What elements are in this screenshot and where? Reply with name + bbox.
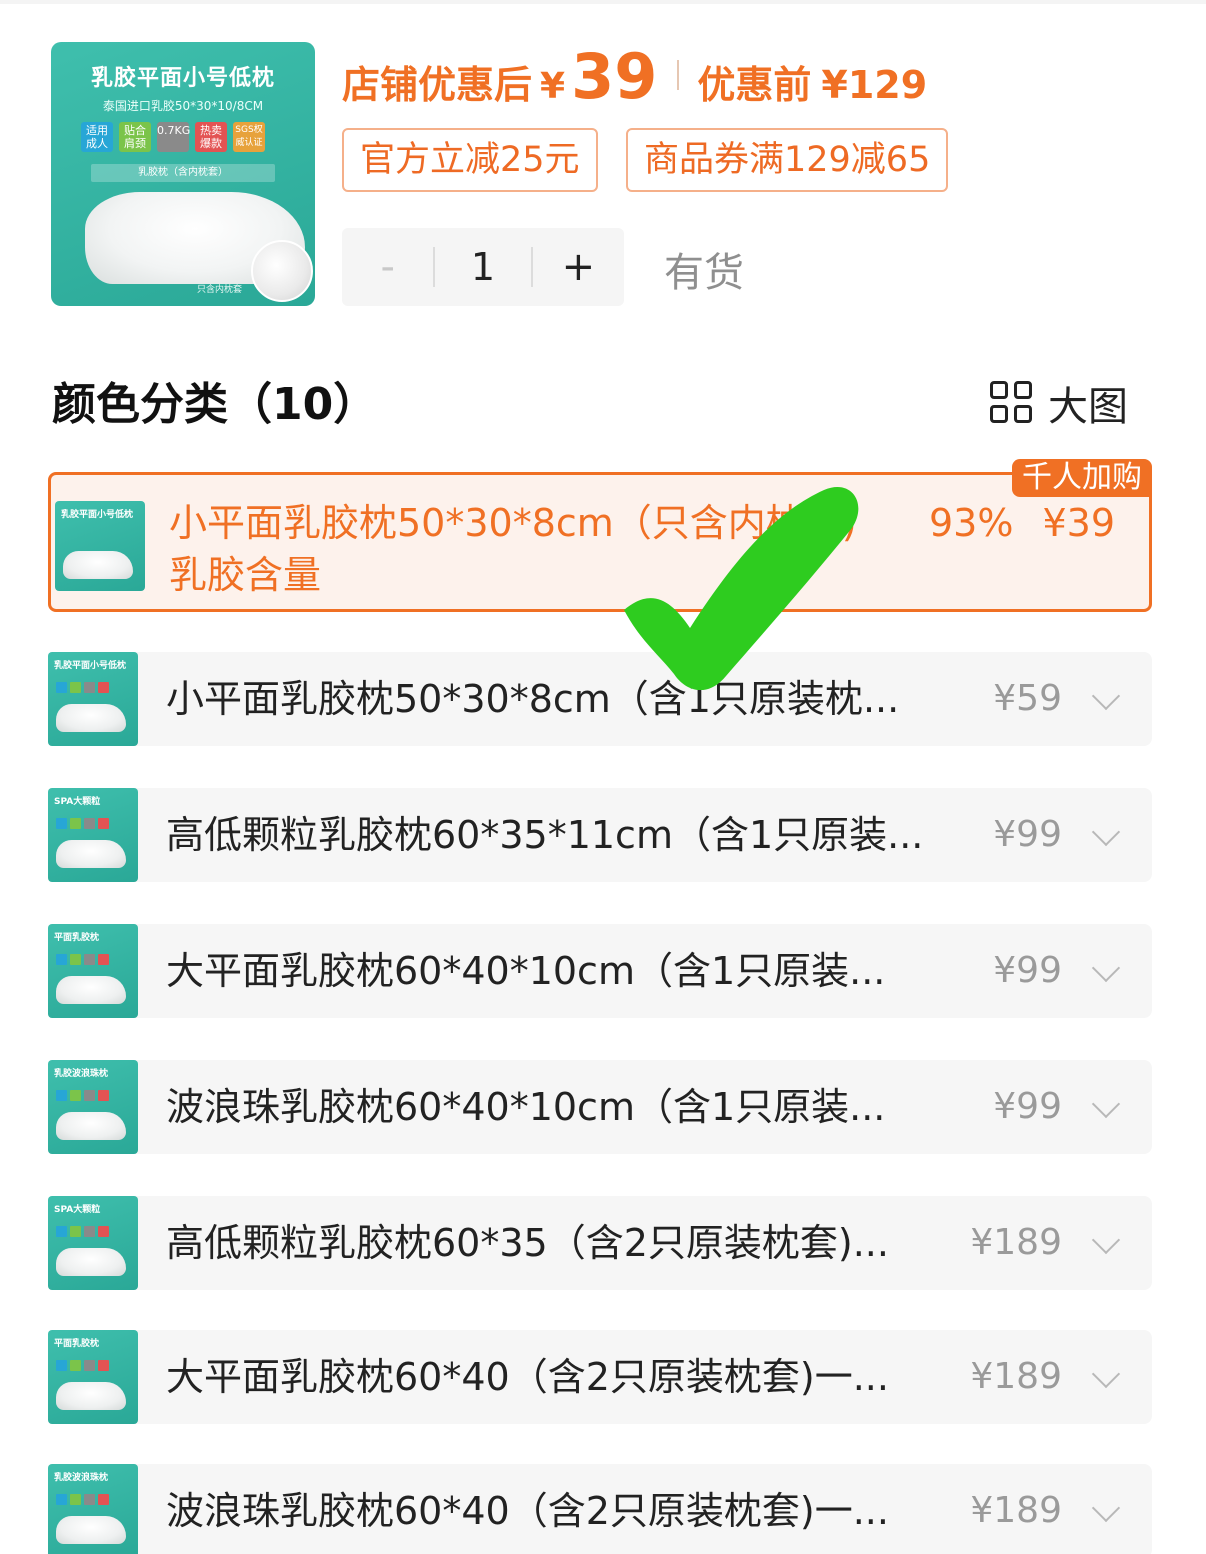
coupon-product-voucher[interactable]: 商品券满129减65 <box>626 128 949 192</box>
chevron-down-icon[interactable] <box>1091 1225 1121 1255</box>
pillow-image <box>56 1516 126 1544</box>
variant-thumbnail: SPA大颗粒 <box>48 1196 138 1290</box>
grid-icon <box>990 381 1034 425</box>
variant-thumb-title: SPA大颗粒 <box>54 1205 101 1215</box>
variant-name: 高低颗粒乳胶枕60*35（含2只原装枕套)... <box>166 1221 889 1265</box>
chevron-down-icon[interactable] <box>1091 953 1121 983</box>
pillow-image <box>56 1112 126 1140</box>
view-toggle-label: 大图 <box>1048 384 1128 430</box>
variant-name: 波浪珠乳胶枕60*40*10cm（含1只原装... <box>166 1085 886 1129</box>
variant-option[interactable]: SPA大颗粒 高低颗粒乳胶枕60*35（含2只原装枕套)... ¥189 <box>48 1196 1152 1290</box>
currency-symbol: ¥ <box>540 66 566 107</box>
variant-thumb-title: 平面乳胶枕 <box>54 1339 100 1349</box>
variant-option[interactable]: SPA大颗粒 高低颗粒乳胶枕60*35*11cm（含1只原装... ¥99 <box>48 788 1152 882</box>
variant-name: 小平面乳胶枕50*30*8cm（含1只原装枕... <box>166 677 900 721</box>
variant-price: ¥59 <box>993 678 1062 719</box>
variant-option[interactable]: 平面乳胶枕 大平面乳胶枕60*40*10cm（含1只原装... ¥99 <box>48 924 1152 1018</box>
current-price: 39 <box>571 40 658 113</box>
variant-thumbnail: 乳胶波浪珠枕 <box>48 1464 138 1554</box>
popular-badge: 千人加购 <box>1012 459 1152 497</box>
variant-price: ¥99 <box>993 1086 1062 1127</box>
variant-price: ¥39 <box>1042 501 1115 545</box>
coupon-official-discount[interactable]: 官方立减25元 <box>342 128 598 192</box>
variant-option[interactable]: 乳胶波浪珠枕 波浪珠乳胶枕60*40*10cm（含1只原装... ¥99 <box>48 1060 1152 1154</box>
chevron-down-icon[interactable] <box>1091 1089 1121 1119</box>
quantity-stepper: - 1 + <box>342 228 624 306</box>
decrease-quantity-button[interactable]: - <box>342 228 433 306</box>
variant-option[interactable]: 乳胶波浪珠枕 波浪珠乳胶枕60*40（含2只原装枕套)一... ¥189 <box>48 1464 1152 1554</box>
chevron-down-icon[interactable] <box>1091 1359 1121 1389</box>
product-thumbnail[interactable]: 乳胶平面小号低枕 泰国进口乳胶50*30*10/8CM 适用成人 贴合肩颈 0.… <box>51 42 315 306</box>
top-divider <box>0 0 1206 4</box>
thumb-tag: 热卖爆款 <box>195 122 227 152</box>
original-price-label: 优惠前 <box>697 63 812 107</box>
pillow-image <box>56 1248 126 1276</box>
pillow-image <box>63 551 133 579</box>
thumb-tag: SGS权威认证 <box>233 122 265 152</box>
price-separator <box>677 60 680 90</box>
variant-thumbnail: 乳胶平面小号低枕 <box>48 652 138 746</box>
variant-thumbnail: 乳胶平面小号低枕 <box>55 501 145 591</box>
variant-option-selected[interactable]: 千人加购 乳胶平面小号低枕 小平面乳胶枕50*30*8cm（只含内枕套) 乳胶含… <box>48 459 1152 612</box>
thumb-tag: 0.7KG <box>157 122 190 152</box>
thumb-title: 乳胶平面小号低枕 <box>90 66 275 91</box>
price-label: 店铺优惠后 <box>342 63 533 107</box>
variant-name: 大平面乳胶枕60*40（含2只原装枕套)一... <box>166 1355 889 1399</box>
variant-option[interactable]: 平面乳胶枕 大平面乳胶枕60*40（含2只原装枕套)一... ¥189 <box>48 1330 1152 1424</box>
thumb-band: 乳胶枕（含内枕套） <box>91 164 275 182</box>
original-price: ¥129 <box>821 63 928 107</box>
variant-name: 波浪珠乳胶枕60*40（含2只原装枕套)一... <box>166 1489 889 1533</box>
variant-price: ¥99 <box>993 814 1062 855</box>
large-image-view-toggle[interactable]: 大图 <box>990 374 1128 432</box>
thumb-tags: 适用成人 贴合肩颈 0.7KG 热卖爆款 SGS权威认证 <box>81 122 265 152</box>
variant-price: ¥189 <box>970 1222 1062 1263</box>
variant-thumbnail: 平面乳胶枕 <box>48 1330 138 1424</box>
variant-thumb-title: 乳胶波浪珠枕 <box>54 1069 109 1079</box>
pillow-image <box>56 704 126 732</box>
variant-name: 高低颗粒乳胶枕60*35*11cm（含1只原装... <box>166 813 924 857</box>
variant-section-title: 颜色分类（10） <box>52 379 378 430</box>
stock-status: 有货 <box>664 250 744 296</box>
thumb-subtitle: 泰国进口乳胶50*30*10/8CM <box>102 99 264 113</box>
variant-thumb-title: 平面乳胶枕 <box>54 933 100 943</box>
latex-percentage: 93% <box>929 501 1014 545</box>
variant-thumb-title: 乳胶平面小号低枕 <box>54 661 127 671</box>
chevron-down-icon[interactable] <box>1091 817 1121 847</box>
variant-price: ¥189 <box>970 1490 1062 1531</box>
variant-thumbnail: SPA大颗粒 <box>48 788 138 882</box>
thumb-tag: 贴合肩颈 <box>119 122 151 152</box>
pillow-image <box>56 840 126 868</box>
chevron-down-icon[interactable] <box>1091 681 1121 711</box>
variant-price: ¥189 <box>970 1356 1062 1397</box>
variant-name: 大平面乳胶枕60*40*10cm（含1只原装... <box>166 949 886 993</box>
increase-quantity-button[interactable]: + <box>533 228 624 306</box>
pillow-image <box>56 976 126 1004</box>
variant-price: ¥99 <box>993 950 1062 991</box>
chevron-down-icon[interactable] <box>1091 1493 1121 1523</box>
price-line: 店铺优惠后 ¥ 39 优惠前 ¥129 <box>342 40 928 113</box>
variant-option[interactable]: 乳胶平面小号低枕 小平面乳胶枕50*30*8cm（含1只原装枕... ¥59 <box>48 652 1152 746</box>
pillow-image <box>56 1382 126 1410</box>
thumb-footnote: 只含内枕套 <box>197 285 243 295</box>
variant-thumbnail: 平面乳胶枕 <box>48 924 138 1018</box>
fabric-swatch-image <box>251 240 313 302</box>
thumb-tag: 适用成人 <box>81 122 113 152</box>
variant-thumb-title: 乳胶波浪珠枕 <box>54 1473 109 1483</box>
variant-thumb-title: SPA大颗粒 <box>54 797 101 807</box>
variant-thumbnail: 乳胶波浪珠枕 <box>48 1060 138 1154</box>
variant-name: 小平面乳胶枕50*30*8cm（只含内枕套) 乳胶含量 <box>169 501 857 597</box>
variant-thumb-title: 乳胶平面小号低枕 <box>61 510 134 520</box>
quantity-value[interactable]: 1 <box>435 245 530 289</box>
